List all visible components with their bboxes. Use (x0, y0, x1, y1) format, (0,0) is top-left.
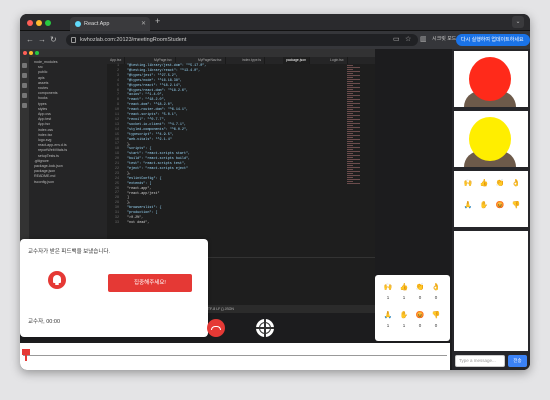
participant-face (469, 57, 511, 101)
reaction-option[interactable]: ✋ (478, 201, 490, 209)
reaction-count: 1 (386, 295, 390, 300)
reaction-count: 0 (434, 323, 438, 328)
feedback-title: 교수자가 받은 피드백을 보냈습니다. (28, 249, 111, 255)
extensions-icon (22, 103, 27, 108)
reload-icon[interactable]: ↻ (50, 35, 57, 44)
focus-button[interactable]: 집중해주세요! (108, 274, 192, 292)
url-text: kwhozlab.com:20123/meetingRoomStudent (80, 37, 187, 43)
reaction-option[interactable]: 🙌 (462, 179, 474, 187)
reaction-emoji: 👍 (399, 284, 409, 291)
tab-title: React App (84, 21, 110, 27)
feedback-panel: 교수자가 받은 피드백을 보냈습니다. 집중해주세요! 교수자, 00:00 (20, 239, 208, 337)
chevron-down-icon[interactable]: ⌄ (512, 16, 524, 28)
files-icon (22, 63, 27, 68)
forward-icon[interactable]: → (38, 35, 46, 44)
reaction-option[interactable]: 🙏 (462, 201, 474, 209)
reaction-count: 1 (402, 323, 406, 328)
debug-icon (22, 93, 27, 98)
new-tab-icon[interactable]: + (155, 16, 160, 26)
participant-video (454, 51, 528, 107)
reaction-count: 1 (402, 295, 406, 300)
close-window-button[interactable] (27, 20, 33, 26)
update-button[interactable]: 다시 실행하여 업데이트하세요 : (456, 34, 530, 55)
reaction-option[interactable]: 👌 (510, 179, 522, 187)
lock-icon (71, 37, 76, 43)
participant-video (454, 111, 528, 167)
feedback-time: 교수자, 00:00 (28, 319, 60, 325)
reaction-summary: 🙌 1 👍 1 👏 0 👌 0 🙏 1 ✋ 1 😡 0 👎 0 (375, 275, 450, 341)
url-field[interactable]: kwhozlab.com:20123/meetingRoomStudent (66, 34, 418, 46)
cast-icon[interactable]: ▭ (393, 35, 400, 43)
hangup-button[interactable] (207, 319, 225, 337)
bell-icon (48, 271, 66, 289)
reaction-emoji: 👎 (431, 312, 441, 319)
minimize-window-button[interactable] (36, 20, 42, 26)
meeting-room: node_modules src public apis assets routes com… (20, 49, 530, 370)
source-control-icon (22, 83, 27, 88)
search-icon (22, 73, 27, 78)
participants-sidebar: 🙌 👍 👏 👌 🙏 ✋ 😡 👎 Type a message... 전송 (452, 49, 530, 370)
reaction-count: 1 (386, 323, 390, 328)
tab-bar: React App ✕ + ⌄ (20, 14, 530, 31)
line-number: 33 (114, 220, 119, 225)
phone-icon (211, 326, 221, 330)
reaction-option[interactable]: 😡 (494, 201, 506, 209)
timeline (20, 343, 450, 370)
maximize-window-button[interactable] (45, 20, 51, 26)
explorer-item[interactable]: tsconfig.json (32, 180, 104, 185)
back-icon[interactable]: ← (26, 35, 34, 44)
reaction-emoji: ✋ (399, 312, 409, 319)
reaction-option[interactable]: 👍 (478, 179, 490, 187)
react-logo-icon (75, 21, 81, 27)
editor-tab[interactable]: MyPageNav.tsx (195, 57, 226, 64)
reaction-option[interactable]: 👏 (494, 179, 506, 187)
editor-tab[interactable]: MyPage.tsx (151, 57, 176, 64)
participant-face (469, 117, 511, 161)
editor-tab[interactable]: Login.tsx (327, 57, 348, 64)
reaction-count: 0 (418, 323, 422, 328)
reaction-emoji: 🙌 (383, 284, 393, 291)
reaction-buttons: 🙌 👍 👏 👌 🙏 ✋ 😡 👎 (454, 171, 528, 227)
minimap (347, 64, 375, 264)
reaction-button[interactable] (256, 319, 274, 337)
timeline-track (23, 355, 447, 356)
reaction-emoji: 😡 (415, 312, 425, 319)
chat-input[interactable]: Type a message... (455, 355, 505, 367)
timeline-marker-pole (25, 355, 27, 361)
browser-window: React App ✕ + ⌄ ← → ↻ kwhozlab.com:20123… (20, 14, 530, 370)
reaction-emoji: 👏 (415, 284, 425, 291)
incognito-label: 시크릿 모드 (432, 36, 457, 42)
reaction-option[interactable]: 👎 (510, 201, 522, 209)
editor-tab[interactable]: package.json (283, 57, 310, 64)
reaction-count: 0 (418, 295, 422, 300)
code-line: "not dead", (127, 221, 150, 225)
editor-tabs: App.tsx MyPage.tsx MyPageNav.tsx index.type… (107, 57, 375, 64)
reaction-count: 0 (434, 295, 438, 300)
close-tab-icon[interactable]: ✕ (141, 17, 146, 31)
sidebar-icon[interactable]: ▥ (420, 35, 427, 43)
editor-tab[interactable]: index.type.ts (239, 57, 266, 64)
chat-messages (454, 231, 528, 351)
editor-tab[interactable]: App.tsx (107, 57, 126, 64)
bookmark-star-icon[interactable]: ☆ (405, 35, 411, 43)
reaction-emoji: 🙏 (383, 312, 393, 319)
reaction-emoji: 👌 (431, 284, 441, 291)
send-button[interactable]: 전송 (508, 355, 527, 367)
browser-tab[interactable]: React App ✕ (70, 17, 150, 31)
address-bar: ← → ↻ kwhozlab.com:20123/meetingRoomStud… (20, 31, 530, 55)
editor-titlebar (20, 49, 375, 57)
